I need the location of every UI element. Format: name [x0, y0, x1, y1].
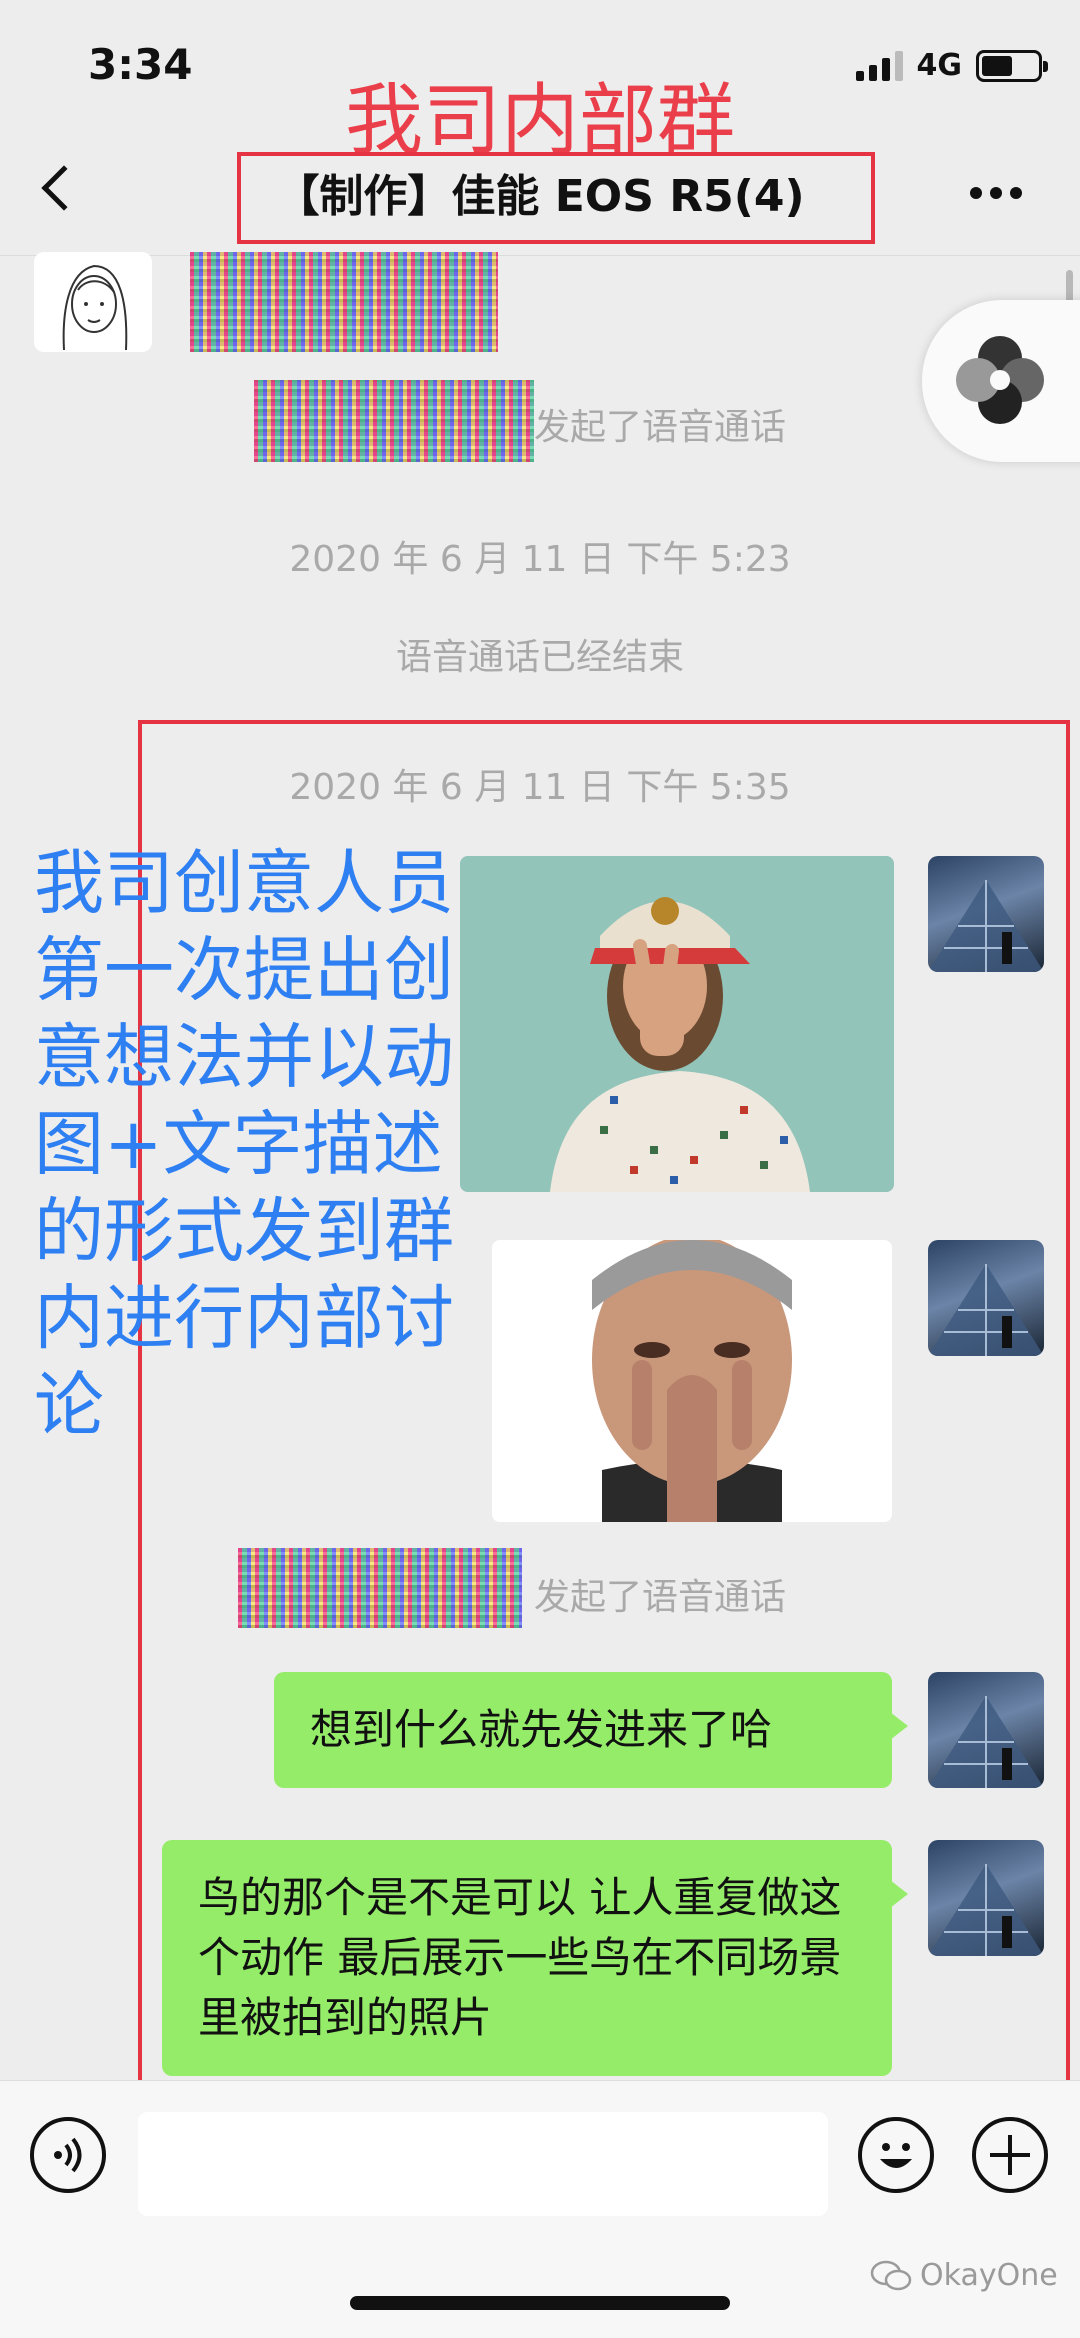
voice-icon	[54, 2137, 82, 2173]
floating-window-button[interactable]	[922, 300, 1080, 462]
message-text: 鸟的那个是不是可以 让人重复做这个动作 最后展示一些鸟在不同场景里被拍到的照片	[198, 1873, 842, 2042]
call-started-notice: 发起了语音通话	[534, 1577, 787, 1618]
more-dots-icon[interactable]	[970, 184, 1030, 200]
redacted-username	[238, 1548, 522, 1628]
message-bubble[interactable]: 鸟的那个是不是可以 让人重复做这个动作 最后展示一些鸟在不同场景里被拍到的照片	[162, 1840, 908, 2076]
emoji-button[interactable]	[858, 2117, 934, 2193]
avatar[interactable]	[34, 252, 152, 352]
message-input[interactable]	[138, 2112, 828, 2216]
message-text: 想到什么就先发进来了哈	[310, 1705, 773, 1754]
watermark-text: OkayOne	[920, 2258, 1058, 2293]
home-indicator[interactable]	[350, 2296, 730, 2310]
avatar[interactable]	[928, 1840, 1044, 1956]
wechat-icon	[870, 2260, 912, 2290]
plus-icon	[990, 2135, 1030, 2175]
avatar[interactable]	[928, 1672, 1044, 1788]
redacted-username	[254, 380, 534, 462]
image-message[interactable]	[492, 1240, 892, 1522]
timestamp: 2020 年 6 月 11 日 下午 5:35	[289, 767, 791, 808]
watermark: OkayOne	[870, 2258, 1058, 2293]
title-highlight-box	[237, 152, 875, 244]
annotation-text: 我司创意人员第一次提出创意想法并以动图+文字描述的形式发到群内进行内部讨论	[34, 842, 454, 1446]
avatar[interactable]	[928, 856, 1044, 972]
call-ended-notice: 语音通话已经结束	[395, 637, 684, 678]
redacted-message[interactable]	[190, 252, 498, 352]
call-started-notice: 发起了语音通话	[534, 407, 787, 448]
pinwheel-icon	[956, 336, 1044, 424]
plus-button[interactable]	[972, 2117, 1048, 2193]
message-bubble[interactable]: 想到什么就先发进来了哈	[274, 1672, 908, 1788]
emoji-icon	[880, 2143, 912, 2168]
timestamp: 2020 年 6 月 11 日 下午 5:23	[289, 539, 791, 580]
avatar[interactable]	[928, 1240, 1044, 1356]
image-message[interactable]	[460, 856, 894, 1192]
voice-button[interactable]	[30, 2117, 106, 2193]
